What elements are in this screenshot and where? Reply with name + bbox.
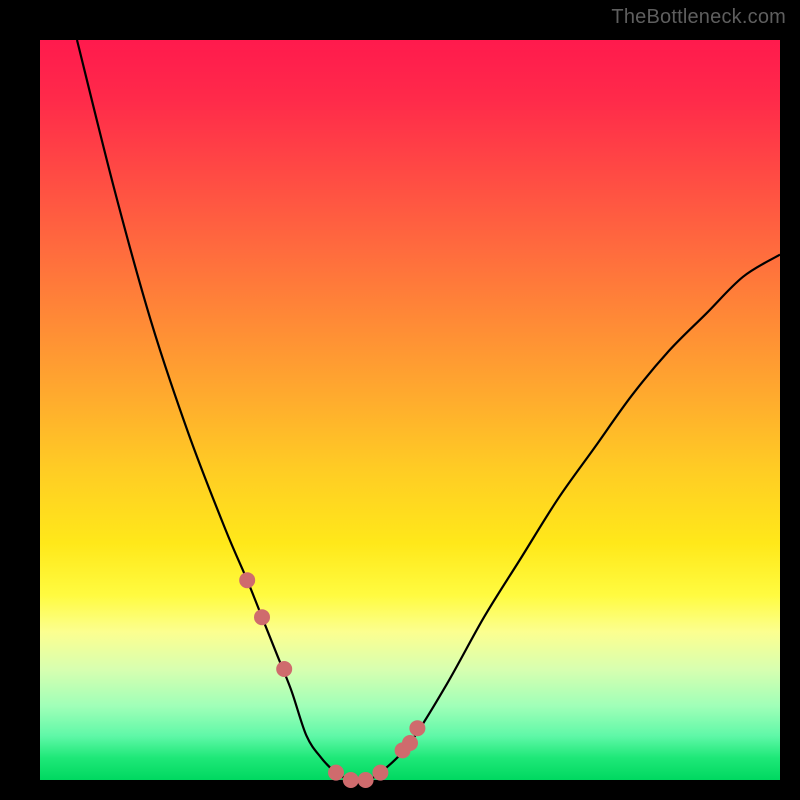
chart-frame: TheBottleneck.com	[0, 0, 800, 800]
plot-area	[40, 40, 780, 780]
valley-marker	[402, 735, 418, 751]
valley-marker	[276, 661, 292, 677]
valley-marker	[409, 720, 425, 736]
valley-marker	[254, 609, 270, 625]
watermark-text: TheBottleneck.com	[611, 6, 786, 29]
valley-markers	[239, 572, 425, 788]
bottleneck-curve-svg	[40, 40, 780, 780]
curve-path-group	[77, 40, 780, 781]
valley-marker	[372, 765, 388, 781]
valley-marker	[328, 765, 344, 781]
valley-marker	[239, 572, 255, 588]
valley-marker	[358, 772, 374, 788]
bottleneck-curve	[77, 40, 780, 781]
valley-marker	[343, 772, 359, 788]
